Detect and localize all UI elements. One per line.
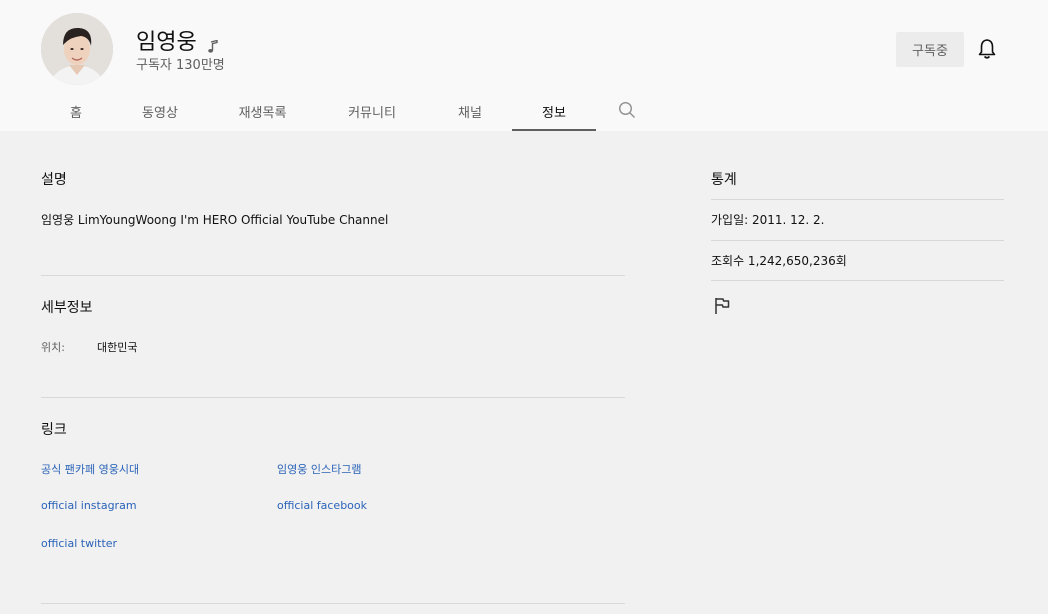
- tab-home[interactable]: 홈: [41, 94, 111, 131]
- channel-avatar[interactable]: [41, 13, 113, 85]
- tab-community[interactable]: 커뮤니티: [316, 94, 428, 131]
- section-divider: [41, 397, 625, 398]
- flag-icon: [713, 298, 731, 319]
- link-official-instagram[interactable]: official instagram: [41, 499, 137, 512]
- joined-date: 가입일: 2011. 12. 2.: [711, 213, 825, 227]
- section-divider: [41, 603, 625, 604]
- link-official-facebook[interactable]: official facebook: [277, 499, 367, 512]
- notification-bell-button[interactable]: [974, 37, 1000, 63]
- tab-about[interactable]: 정보: [512, 94, 596, 131]
- description-title: 설명: [41, 172, 67, 188]
- stats-divider: [711, 240, 1004, 241]
- channel-search-button[interactable]: [604, 94, 650, 131]
- bell-icon: [977, 38, 997, 63]
- section-divider: [41, 275, 625, 276]
- tab-channels[interactable]: 채널: [428, 94, 512, 131]
- link-official-twitter[interactable]: official twitter: [41, 537, 117, 550]
- links-title: 링크: [41, 422, 67, 438]
- channel-name: 임영웅: [136, 30, 197, 55]
- view-count: 조회수 1,242,650,236회: [711, 254, 847, 268]
- location-label: 위치:: [41, 341, 65, 354]
- music-note-icon: [207, 35, 219, 53]
- stats-divider: [711, 280, 1004, 281]
- subscriber-count: 구독자 130만명: [136, 58, 225, 73]
- link-fan-cafe[interactable]: 공식 팬카페 영웅시대: [41, 461, 139, 477]
- location-value: 대한민국: [97, 341, 138, 354]
- channel-header: 임영웅 구독자 130만명 구독중 홈 동영상 재생목록 커뮤니티 채널 정보: [0, 0, 1048, 131]
- subscribed-button[interactable]: 구독중: [896, 32, 964, 67]
- channel-description: 임영웅 LimYoungWoong I'm HERO Official YouT…: [41, 213, 389, 227]
- tab-videos[interactable]: 동영상: [111, 94, 209, 131]
- details-title: 세부정보: [41, 300, 93, 316]
- stats-title: 통계: [711, 172, 737, 188]
- search-icon: [618, 101, 636, 123]
- channel-title: 임영웅: [136, 24, 219, 56]
- link-instagram-korean[interactable]: 임영웅 인스타그램: [277, 461, 361, 477]
- stats-divider: [711, 199, 1004, 200]
- report-flag-button[interactable]: [711, 296, 733, 318]
- tab-playlists[interactable]: 재생목록: [209, 94, 316, 131]
- channel-tabs: 홈 동영상 재생목록 커뮤니티 채널 정보: [41, 94, 650, 131]
